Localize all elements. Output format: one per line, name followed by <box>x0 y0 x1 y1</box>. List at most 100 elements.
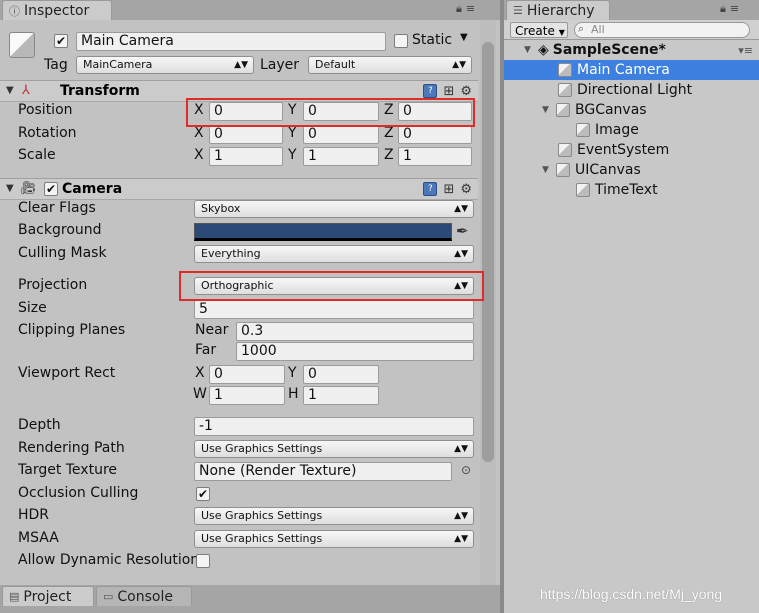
layer-dropdown[interactable]: Default ▲▼ <box>308 56 472 74</box>
scale-x-field[interactable]: 1 <box>209 147 283 166</box>
clear-flags-value: Skybox <box>201 202 241 215</box>
rotation-label: Rotation <box>18 125 77 141</box>
scale-y-field[interactable]: 1 <box>303 147 379 166</box>
rotation-y-field[interactable]: 0 <box>303 125 379 144</box>
tag-dropdown[interactable]: MainCamera ▲▼ <box>76 56 254 74</box>
size-label: Size <box>18 300 47 316</box>
help-icon[interactable]: ? <box>423 182 438 196</box>
hierarchy-search-input[interactable]: ⌕ All <box>574 22 750 38</box>
foldout-icon[interactable]: ▼ <box>542 165 556 175</box>
layer-value: Default <box>315 58 356 71</box>
camera-header[interactable]: ▼ 🎥︎ ✔ Camera ? ⊞ ⚙ <box>0 178 478 200</box>
depth-field[interactable]: -1 <box>194 417 474 436</box>
foldout-icon[interactable]: ▼ <box>6 183 14 194</box>
viewport-x-field[interactable]: 0 <box>209 365 285 384</box>
hierarchy-panel: Create ▼ ⌕ All ▼ ◈ SampleScene* ▾≡ Main … <box>504 20 759 613</box>
gameobject-icon <box>576 123 590 137</box>
rendering-path-label: Rendering Path <box>18 440 125 456</box>
viewport-h-field[interactable]: 1 <box>303 386 379 405</box>
rendering-path-value: Use Graphics Settings <box>201 442 323 455</box>
gameobject-icon <box>556 163 570 177</box>
preset-icon[interactable]: ⊞ <box>443 84 454 99</box>
tab-console[interactable]: ▭ Console <box>96 586 192 606</box>
viewport-w-field[interactable]: 1 <box>209 386 285 405</box>
hierarchy-item-uicanvas[interactable]: ▼ UICanvas <box>542 160 641 180</box>
info-icon: ⓘ <box>9 4 20 18</box>
rendering-path-dropdown[interactable]: Use Graphics Settings ▲▼ <box>194 440 474 458</box>
object-name-field[interactable]: Main Camera <box>76 32 386 51</box>
gameobject-icon <box>558 143 572 157</box>
help-icon[interactable]: ? <box>423 84 438 98</box>
hierarchy-item-main-camera[interactable]: Main Camera <box>504 60 759 80</box>
projection-label: Projection <box>18 277 88 293</box>
transform-title: Transform <box>60 83 140 99</box>
hierarchy-item-directional-light[interactable]: Directional Light <box>558 80 692 100</box>
item-label: UICanvas <box>575 162 641 178</box>
unity-scene-icon: ◈ <box>538 42 549 58</box>
highlight-box-projection <box>179 271 484 301</box>
hierarchy-item-bgcanvas[interactable]: ▼ BGCanvas <box>542 100 647 120</box>
scrollbar-thumb[interactable] <box>482 42 494 462</box>
tab-hierarchy[interactable]: ☰ Hierarchy <box>506 0 610 20</box>
active-checkbox[interactable]: ✔ <box>54 34 68 48</box>
folder-icon: ▤ <box>9 590 20 603</box>
hdr-label: HDR <box>18 507 50 523</box>
scale-z-field[interactable]: 1 <box>398 147 472 166</box>
near-field[interactable]: 0.3 <box>236 322 474 341</box>
hierarchy-item-timetext[interactable]: TimeText <box>576 180 658 200</box>
background-color-swatch[interactable] <box>194 223 452 241</box>
hierarchy-item-eventsystem[interactable]: EventSystem <box>558 140 669 160</box>
dynamic-resolution-label: Allow Dynamic Resolution <box>18 552 200 568</box>
gear-icon[interactable]: ⚙ <box>460 182 472 197</box>
hdr-dropdown[interactable]: Use Graphics Settings ▲▼ <box>194 507 474 525</box>
static-dropdown-icon[interactable]: ▼ <box>460 32 468 43</box>
clear-flags-dropdown[interactable]: Skybox ▲▼ <box>194 200 474 218</box>
search-placeholder: All <box>591 23 605 36</box>
tab-inspector[interactable]: ⓘ Inspector <box>2 0 112 20</box>
scene-menu-icon[interactable]: ▾≡ <box>738 44 753 57</box>
rotation-x-field[interactable]: 0 <box>209 125 283 144</box>
foldout-icon[interactable]: ▼ <box>542 105 556 115</box>
transform-icon: ⅄ <box>22 83 30 98</box>
dropdown-arrow-icon: ▲▼ <box>454 444 468 454</box>
size-field[interactable]: 5 <box>194 300 474 319</box>
tab-project[interactable]: ▤ Project <box>2 586 94 606</box>
object-picker-icon[interactable]: ⊙ <box>461 463 471 477</box>
occlusion-culling-label: Occlusion Culling <box>18 485 139 501</box>
scene-root[interactable]: ▼ ◈ SampleScene* ▾≡ <box>524 40 759 60</box>
layer-label: Layer <box>260 57 300 73</box>
far-label: Far <box>195 342 217 358</box>
preset-icon[interactable]: ⊞ <box>443 182 454 197</box>
watermark-text: https://blog.csdn.net/Mj_yong <box>540 586 723 602</box>
create-label: Create <box>515 24 555 38</box>
rotation-z-field[interactable]: 0 <box>398 125 472 144</box>
far-field[interactable]: 1000 <box>236 342 474 361</box>
viewport-y-field[interactable]: 0 <box>303 365 379 384</box>
msaa-dropdown[interactable]: Use Graphics Settings ▲▼ <box>194 530 474 548</box>
camera-enabled-checkbox[interactable]: ✔ <box>44 182 58 196</box>
gear-icon[interactable]: ⚙ <box>460 84 472 99</box>
dynamic-resolution-checkbox[interactable] <box>196 554 210 568</box>
item-label: TimeText <box>595 182 658 198</box>
lock-menu-icon[interactable]: 🔒︎≡ <box>720 2 743 16</box>
eyedropper-icon[interactable]: ✒︎ <box>456 222 469 240</box>
tag-label: Tag <box>44 57 68 73</box>
foldout-icon[interactable]: ▼ <box>524 45 538 55</box>
tag-value: MainCamera <box>83 58 153 71</box>
axis-z-label: Z <box>384 147 394 163</box>
lock-menu-icon[interactable]: 🔒︎≡ <box>456 2 479 16</box>
culling-mask-dropdown[interactable]: Everything ▲▼ <box>194 245 474 263</box>
static-checkbox[interactable] <box>394 34 408 48</box>
create-dropdown[interactable]: Create ▼ <box>510 22 568 38</box>
target-texture-field[interactable]: None (Render Texture) <box>194 462 452 481</box>
gameobject-icon <box>556 103 570 117</box>
item-label: Image <box>595 122 639 138</box>
foldout-icon[interactable]: ▼ <box>6 85 14 96</box>
camera-icon: 🎥︎ <box>20 181 37 196</box>
hierarchy-item-image[interactable]: Image <box>576 120 639 140</box>
inspector-scrollbar[interactable] <box>480 20 496 585</box>
occlusion-culling-checkbox[interactable]: ✔ <box>196 487 210 501</box>
dropdown-arrow-icon: ▲▼ <box>454 511 468 521</box>
item-label: EventSystem <box>577 142 670 158</box>
camera-title: Camera <box>62 181 123 197</box>
